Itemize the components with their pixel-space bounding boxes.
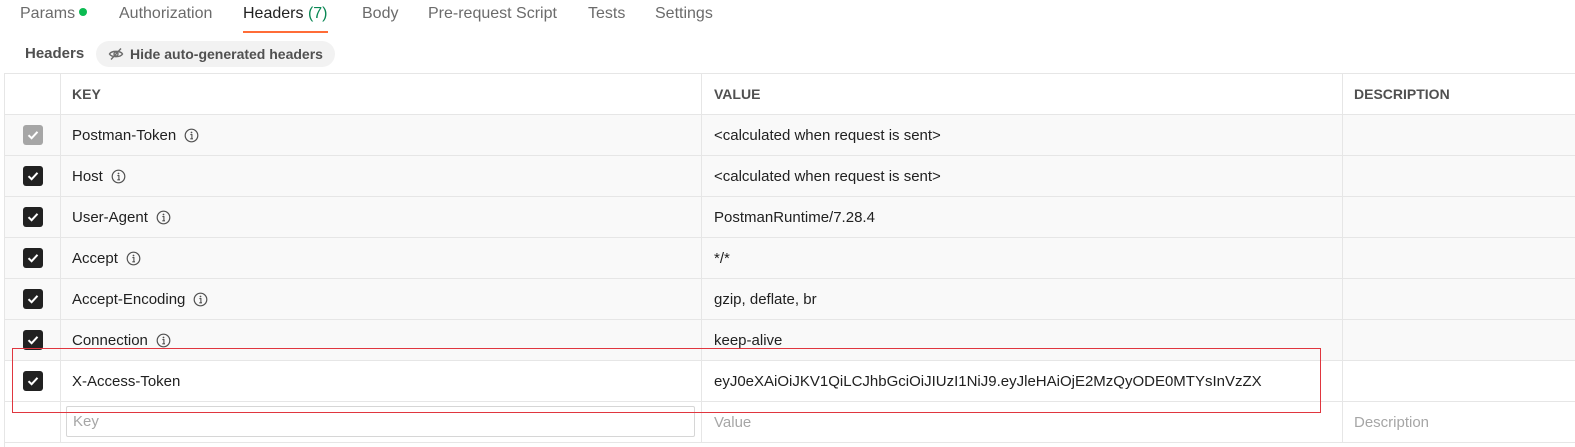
header-description-cell[interactable] (1343, 279, 1575, 319)
headers-section-title: Headers (25, 45, 85, 62)
info-icon[interactable] (156, 210, 171, 225)
header-key-cell[interactable]: Postman-Token (61, 115, 702, 155)
header-value-cell[interactable]: eyJ0eXAiOiJKV1QiLCJhbGciOiJIUzI1NiJ9.eyJ… (702, 361, 1343, 401)
new-header-row: Key Value Description (5, 402, 1575, 443)
row-check-cell (5, 238, 61, 278)
header-value-cell[interactable]: gzip, deflate, br (702, 279, 1343, 319)
header-value-text: <calculated when request is sent> (714, 126, 941, 144)
header-value-cell[interactable]: PostmanRuntime/7.28.4 (702, 197, 1343, 237)
header-enabled-checkbox[interactable] (22, 330, 43, 350)
header-enabled-checkbox[interactable] (22, 248, 43, 268)
tab-authorization[interactable]: Authorization (119, 0, 212, 34)
column-header-value: VALUE (702, 74, 1343, 114)
header-key-text: User-Agent (72, 208, 148, 226)
header-value-cell[interactable]: */* (702, 238, 1343, 278)
header-value-cell[interactable]: keep-alive (702, 320, 1343, 360)
table-row: Accept */* (5, 238, 1575, 279)
hide-auto-generated-headers-label: Hide auto-generated headers (130, 46, 323, 62)
header-key-text: Connection (72, 331, 148, 349)
header-key-text: Host (72, 167, 103, 185)
header-key-cell[interactable]: Accept (61, 238, 702, 278)
header-value-cell[interactable]: <calculated when request is sent> (702, 156, 1343, 196)
table-row: Accept-Encoding gzip, deflate, br (5, 279, 1575, 320)
tab-headers-count: (7) (307, 5, 328, 22)
request-tabs: Params Authorization Headers (7) Body Pr… (0, 0, 1575, 34)
tab-tests-label: Tests (588, 5, 626, 22)
tab-params[interactable]: Params (20, 0, 88, 34)
column-header-key: KEY (61, 74, 702, 114)
tab-body[interactable]: Body (362, 0, 398, 34)
header-description-cell[interactable] (1343, 361, 1575, 401)
header-key-text: Accept-Encoding (72, 290, 186, 308)
header-key-cell[interactable]: Connection (61, 320, 702, 360)
tab-body-label: Body (362, 5, 399, 22)
info-icon[interactable] (184, 128, 199, 143)
header-value-cell[interactable]: <calculated when request is sent> (702, 115, 1343, 155)
header-enabled-checkbox[interactable] (22, 289, 43, 309)
info-icon[interactable] (193, 292, 208, 307)
table-row: X-Access-Token eyJ0eXAiOiJKV1QiLCJhbGciOi… (5, 361, 1575, 402)
table-row: Host <calculated when request is sent> (5, 156, 1575, 197)
header-description-cell[interactable] (1343, 115, 1575, 155)
row-check-cell (5, 320, 61, 360)
new-header-description-input[interactable]: Description (1343, 402, 1575, 442)
header-key-cell[interactable]: Host (61, 156, 702, 196)
row-check-cell (5, 197, 61, 237)
header-description-cell[interactable] (1343, 238, 1575, 278)
new-row-check-cell (5, 402, 61, 442)
header-value-text: */* (714, 249, 730, 267)
table-row: User-Agent PostmanRuntime/7.28.4 (5, 197, 1575, 238)
hide-auto-generated-headers-button[interactable]: Hide auto-generated headers (96, 41, 335, 67)
tab-pre-request-script[interactable]: Pre-request Script (428, 0, 557, 34)
table-row: Connection keep-alive (5, 320, 1575, 361)
header-key-text: X-Access-Token (72, 372, 181, 390)
header-value-text: eyJ0eXAiOiJKV1QiLCJhbGciOiJIUzI1NiJ9.eyJ… (714, 372, 1262, 390)
header-key-text: Postman-Token (72, 126, 177, 144)
table-row: Postman-Token <calculated when request is… (5, 115, 1575, 156)
info-icon[interactable] (126, 251, 141, 266)
header-enabled-checkbox[interactable] (22, 166, 43, 186)
header-key-cell[interactable]: X-Access-Token (61, 361, 702, 401)
header-key-cell[interactable]: User-Agent (61, 197, 702, 237)
header-enabled-checkbox (22, 125, 43, 145)
headers-table: KEY VALUE DESCRIPTION Postman-Token <calc… (4, 73, 1575, 447)
params-status-dot (79, 8, 88, 16)
header-description-cell[interactable] (1343, 197, 1575, 237)
eye-off-icon (108, 46, 124, 62)
column-header-description: DESCRIPTION (1354, 86, 1450, 102)
header-check-cell (5, 74, 61, 114)
header-description-cell[interactable] (1343, 156, 1575, 196)
row-check-cell (5, 361, 61, 401)
tab-tests[interactable]: Tests (588, 0, 625, 34)
header-key-text: Accept (72, 249, 118, 267)
info-icon[interactable] (111, 169, 126, 184)
header-key-cell[interactable]: Accept-Encoding (61, 279, 702, 319)
headers-subbar: Headers Hide auto-generated headers (0, 34, 1575, 73)
tab-settings-label: Settings (655, 5, 713, 22)
table-header-row: KEY VALUE DESCRIPTION (5, 74, 1575, 115)
new-header-value-input[interactable]: Value (702, 402, 1343, 442)
row-check-cell (5, 115, 61, 155)
tab-params-label: Params (20, 5, 76, 22)
row-check-cell (5, 156, 61, 196)
new-header-key-input[interactable]: Key (66, 406, 695, 437)
new-row-key-cell: Key (61, 402, 702, 442)
row-check-cell (5, 279, 61, 319)
tab-headers[interactable]: Headers (7) (243, 0, 328, 34)
tab-headers-label: Headers (243, 5, 304, 22)
header-enabled-checkbox[interactable] (22, 207, 43, 227)
info-icon[interactable] (156, 333, 171, 348)
header-description-cell[interactable] (1343, 320, 1575, 360)
header-enabled-checkbox[interactable] (22, 371, 43, 391)
header-value-text: <calculated when request is sent> (714, 167, 941, 185)
tab-pre-request-script-label: Pre-request Script (428, 5, 557, 22)
tab-authorization-label: Authorization (119, 5, 213, 22)
header-value-text: keep-alive (714, 331, 783, 349)
header-value-text: PostmanRuntime/7.28.4 (714, 208, 875, 226)
tab-settings[interactable]: Settings (655, 0, 713, 34)
header-value-text: gzip, deflate, br (714, 290, 817, 308)
